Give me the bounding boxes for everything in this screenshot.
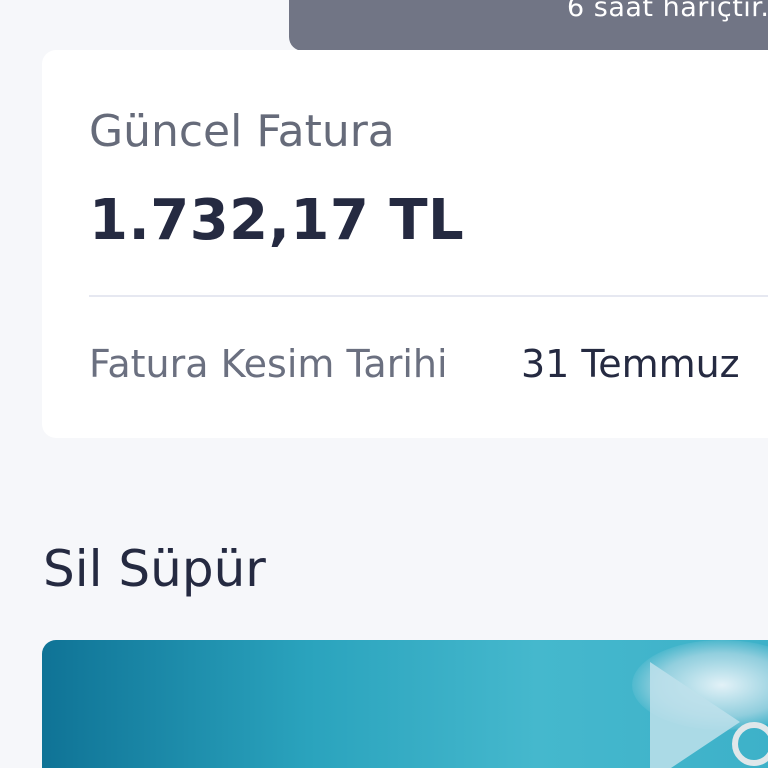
bill-label: Güncel Fatura <box>89 106 395 157</box>
ring-decoration <box>732 722 768 766</box>
divider <box>89 295 768 297</box>
page: 6 saat hariçtir. Güncel Fatura 1.732,17 … <box>0 0 768 768</box>
info-tooltip: 6 saat hariçtir. <box>289 0 768 51</box>
tooltip-text: 6 saat hariçtir. <box>567 0 768 23</box>
bill-amount: 1.732,17 TL <box>89 188 465 253</box>
promo-banner[interactable] <box>42 640 768 768</box>
section-title: Sil Süpür <box>43 540 266 598</box>
bill-date-value: 31 Temmuz <box>521 342 740 386</box>
bill-date-label: Fatura Kesim Tarihi <box>89 342 448 386</box>
current-bill-card[interactable]: Güncel Fatura 1.732,17 TL Fatura Kesim T… <box>42 50 768 438</box>
play-shape-decoration <box>650 662 740 768</box>
